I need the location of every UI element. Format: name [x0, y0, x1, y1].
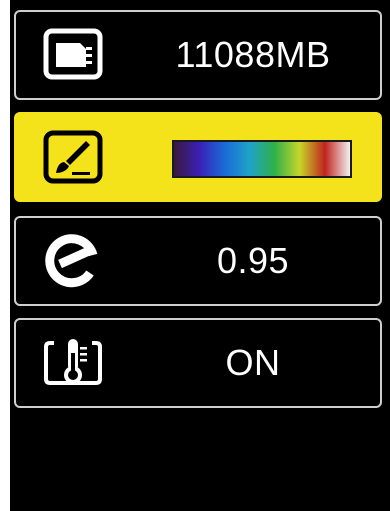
palette-setting-row[interactable]: [14, 112, 382, 202]
emissivity-value: 0.95: [216, 240, 290, 281]
emissivity-setting-row[interactable]: 0.95: [14, 216, 382, 306]
emissivity-icon: [42, 233, 104, 289]
temperature-value: ON: [225, 342, 281, 383]
color-palette-gradient: [172, 140, 352, 178]
storage-setting-row[interactable]: 11088MB: [14, 10, 382, 100]
settings-screen: 11088MB 0.95 ON: [10, 0, 390, 511]
paint-brush-icon: [42, 129, 104, 185]
thermometer-icon: [42, 335, 104, 391]
temperature-setting-row[interactable]: ON: [14, 318, 382, 408]
sd-card-icon: [42, 27, 104, 83]
storage-value: 11088MB: [175, 34, 331, 75]
